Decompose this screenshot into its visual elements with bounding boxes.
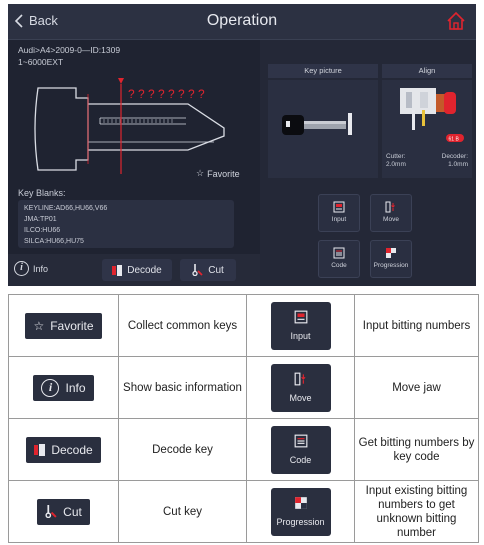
progression-tile[interactable]: Progression	[370, 240, 412, 278]
cut-button[interactable]: Cut	[180, 259, 236, 281]
key-blank-item: SILCA:HU66,HU75	[24, 238, 84, 245]
code-icon	[294, 434, 307, 447]
control-pane: Key picture Align 61 B Cutter: 2.0mm Dec…	[264, 40, 476, 286]
button-legend-table: ☆ Favorite Collect common keys Input Inp…	[8, 294, 479, 543]
legend-button-cell: i Info	[8, 356, 119, 419]
info-label: Info	[33, 263, 49, 274]
cut-marks: ? ? ? ? ? ? ? ?	[128, 87, 205, 101]
legend-button-cell: Progression	[246, 480, 355, 543]
decode-label: Decode	[127, 264, 162, 276]
home-icon[interactable]	[446, 11, 466, 31]
legend-description: Input bitting numbers	[354, 294, 479, 357]
progression-chip: Progression	[270, 487, 331, 536]
table-row: Cut Cut key Progression Input existing b…	[8, 480, 479, 543]
legend-description: Input existing bitting numbers to get un…	[354, 480, 479, 543]
chip-label: Code	[289, 454, 312, 465]
key-blank-item: JMA:TP01	[24, 216, 57, 223]
table-row: Decode Decode key Code Get bitting numbe…	[8, 418, 479, 481]
cutter-label: Cutter:	[386, 153, 406, 160]
align-image: 61 B	[400, 88, 464, 143]
legend-description: Get bitting numbers by key code	[354, 418, 479, 481]
key-blank-item: ILCO:HU66	[24, 227, 61, 234]
chip-label: Progression	[276, 516, 325, 527]
chip-label: Input	[290, 330, 311, 341]
legend-button-cell: ☆ Favorite	[8, 294, 119, 357]
top-bar: Back Operation	[8, 4, 476, 40]
favorite-chip: ☆ Favorite	[25, 312, 102, 339]
decoder-info: Decoder: 1.0mm	[442, 153, 468, 169]
chip-label: Favorite	[50, 318, 94, 333]
star-icon: ☆	[33, 318, 45, 333]
progression-icon	[294, 496, 307, 509]
legend-description: Decode key	[118, 418, 247, 481]
decoder-value: 1.0mm	[448, 161, 468, 168]
operation-screen: Back Operation Audi>A4>2009-0—ID:1309 1~…	[8, 4, 476, 286]
align-badge: 61 B	[449, 137, 460, 143]
key-blanks-label: Key Blanks:	[18, 188, 66, 198]
table-row: ☆ Favorite Collect common keys Input Inp…	[8, 294, 479, 357]
input-chip: Input	[270, 301, 331, 350]
favorite-button[interactable]: ☆ Favorite	[196, 168, 240, 179]
info-button[interactable]: i Info	[14, 261, 48, 276]
key-blank-item: KEYLINE:AD66,HU66,V66	[24, 205, 108, 212]
input-tile[interactable]: Input	[318, 194, 360, 232]
decode-button[interactable]: Decode	[102, 259, 172, 281]
chip-label: Decode	[51, 442, 93, 457]
cut-label: Cut	[208, 264, 224, 276]
vehicle-info: Audi>A4>2009-0—ID:1309 1~6000EXT	[18, 44, 120, 68]
code-tile[interactable]: Code	[318, 240, 360, 278]
legend-description: Show basic information	[118, 356, 247, 419]
cut-chip: Cut	[37, 498, 90, 525]
favorite-label: Favorite	[207, 168, 240, 179]
legend-description: Move jaw	[354, 356, 479, 419]
input-tile-label: Input	[331, 216, 347, 223]
chip-label: Move	[289, 392, 312, 403]
input-icon	[294, 310, 307, 323]
move-tile-label: Move	[383, 216, 399, 223]
key-view-pane: Audi>A4>2009-0—ID:1309 1~6000EXT ? ? ? ?…	[8, 40, 260, 286]
input-icon	[333, 201, 345, 213]
code-icon	[333, 247, 345, 259]
decode-icon	[112, 264, 123, 276]
move-tile[interactable]: Move	[370, 194, 412, 232]
legend-description: Collect common keys	[118, 294, 247, 357]
page-title: Operation	[206, 12, 278, 29]
cut-icon	[45, 505, 57, 518]
info-chip: i Info	[33, 374, 94, 401]
decode-chip: Decode	[26, 436, 101, 463]
code-chip: Code	[270, 425, 331, 474]
progression-tile-label: Progression	[373, 262, 409, 269]
cut-icon	[192, 264, 203, 276]
key-picture-panel	[268, 80, 378, 178]
vehicle-line-2: 1~6000EXT	[18, 57, 64, 67]
star-icon: ☆	[196, 168, 205, 178]
align-title: Align	[382, 64, 472, 78]
move-icon	[294, 372, 305, 385]
cutter-info: Cutter: 2.0mm	[386, 153, 406, 169]
chip-label: Info	[65, 380, 86, 395]
legend-button-cell: Cut	[8, 480, 119, 543]
legend-description: Cut key	[118, 480, 247, 543]
legend-button-cell: Input	[246, 294, 355, 357]
decode-icon	[34, 443, 46, 456]
chip-label: Cut	[63, 504, 82, 519]
legend-button-cell: Move	[246, 356, 355, 419]
table-row: i Info Show basic information Move Move …	[8, 356, 479, 419]
key-picture-image	[282, 113, 352, 135]
vehicle-line-1: Audi>A4>2009-0—ID:1309	[18, 45, 121, 55]
cutter-value: 2.0mm	[386, 161, 406, 168]
legend-button-cell: Decode	[8, 418, 119, 481]
bottom-toolbar: i Info Decode Cut	[8, 254, 260, 286]
code-tile-label: Code	[331, 262, 347, 269]
key-blanks-list[interactable]: KEYLINE:AD66,HU66,V66 JMA:TP01 ILCO:HU66…	[18, 200, 234, 248]
key-picture-title: Key picture	[268, 64, 378, 78]
decoder-label: Decoder:	[441, 153, 468, 160]
legend-button-cell: Code	[246, 418, 355, 481]
info-icon: i	[41, 378, 60, 397]
move-chip: Move	[270, 363, 331, 412]
progression-icon	[386, 248, 396, 258]
info-icon: i	[14, 261, 29, 276]
move-icon	[385, 201, 395, 213]
align-panel: 61 B Cutter: 2.0mm Decoder: 1.0mm	[382, 80, 472, 178]
